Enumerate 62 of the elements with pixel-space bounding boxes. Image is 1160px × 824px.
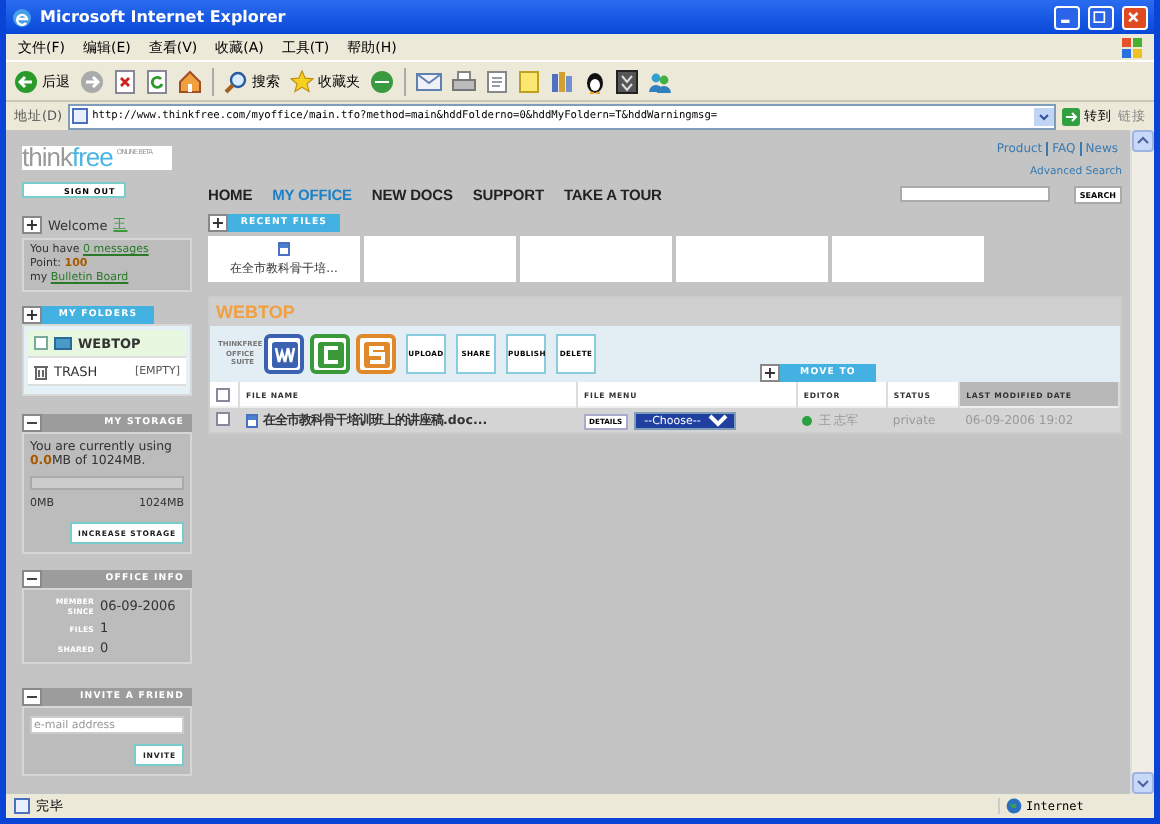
contacts-button[interactable]: [648, 69, 672, 93]
window-title: Microsoft Internet Explorer: [40, 8, 288, 26]
refresh-button[interactable]: [146, 69, 168, 93]
collapse-toggle[interactable]: −: [22, 688, 42, 706]
print-button[interactable]: [452, 69, 476, 93]
minimize-button[interactable]: [1054, 5, 1080, 29]
calc-app-button[interactable]: [310, 334, 350, 374]
printer-icon: [452, 69, 476, 93]
star-icon: [290, 69, 314, 93]
app-icon: [317, 341, 343, 367]
collapse-toggle[interactable]: +: [22, 306, 42, 324]
penguin-icon: [584, 69, 606, 93]
select-all-checkbox[interactable]: [216, 387, 230, 401]
collapse-toggle[interactable]: −: [22, 414, 42, 432]
trash-icon: [34, 363, 48, 379]
media-icon: [370, 69, 394, 93]
close-icon: [114, 69, 136, 93]
app-icon: [363, 341, 389, 367]
notes-button[interactable]: [518, 69, 540, 93]
note-icon: [518, 69, 540, 93]
refresh-icon: [146, 69, 168, 93]
close-button[interactable]: [1122, 5, 1148, 29]
globe-icon: [1006, 798, 1022, 814]
arrow-right-icon: [1062, 107, 1080, 125]
expand-toggle[interactable]: +: [208, 214, 228, 232]
maximize-button[interactable]: [1088, 5, 1114, 29]
media-button[interactable]: [370, 69, 394, 93]
collapse-toggle[interactable]: −: [22, 570, 42, 588]
checkbox[interactable]: [34, 336, 48, 350]
home-button[interactable]: [178, 69, 202, 93]
document-icon: [486, 69, 508, 93]
expand-toggle[interactable]: +: [760, 364, 780, 382]
checkbox[interactable]: [216, 412, 230, 427]
dropdown-arrow-icon[interactable]: [1034, 107, 1054, 125]
search-icon: [224, 69, 248, 93]
document-icon: [245, 413, 257, 427]
house-icon: [178, 69, 202, 93]
forward-button[interactable]: [80, 69, 104, 93]
messenger-button[interactable]: [584, 69, 606, 93]
app-icon: [271, 341, 297, 367]
arrow-left-icon: [14, 69, 38, 93]
research-button[interactable]: [550, 69, 574, 93]
scroll-up-icon[interactable]: [1132, 130, 1154, 152]
windows-logo-icon: [1122, 37, 1142, 57]
browser-icon: [12, 7, 32, 27]
webtop-title: WEBTOP: [210, 298, 1120, 326]
expand-toggle[interactable]: +: [22, 216, 42, 234]
scroll-down-icon[interactable]: [1132, 772, 1154, 794]
stop-button[interactable]: [114, 69, 136, 93]
edit-button[interactable]: [486, 69, 508, 93]
mail-button[interactable]: [416, 70, 442, 92]
people-icon: [648, 69, 672, 93]
folder-icon: [54, 336, 72, 350]
envelope-icon: [416, 70, 442, 92]
page-icon: [14, 798, 30, 814]
document-icon: [278, 241, 290, 255]
page-icon: [72, 108, 89, 124]
search-field[interactable]: [899, 186, 1050, 202]
arrow-right-icon: [80, 69, 104, 93]
show-app-button[interactable]: [356, 334, 396, 374]
write-app-button[interactable]: [264, 334, 304, 374]
books-icon: [550, 69, 574, 93]
